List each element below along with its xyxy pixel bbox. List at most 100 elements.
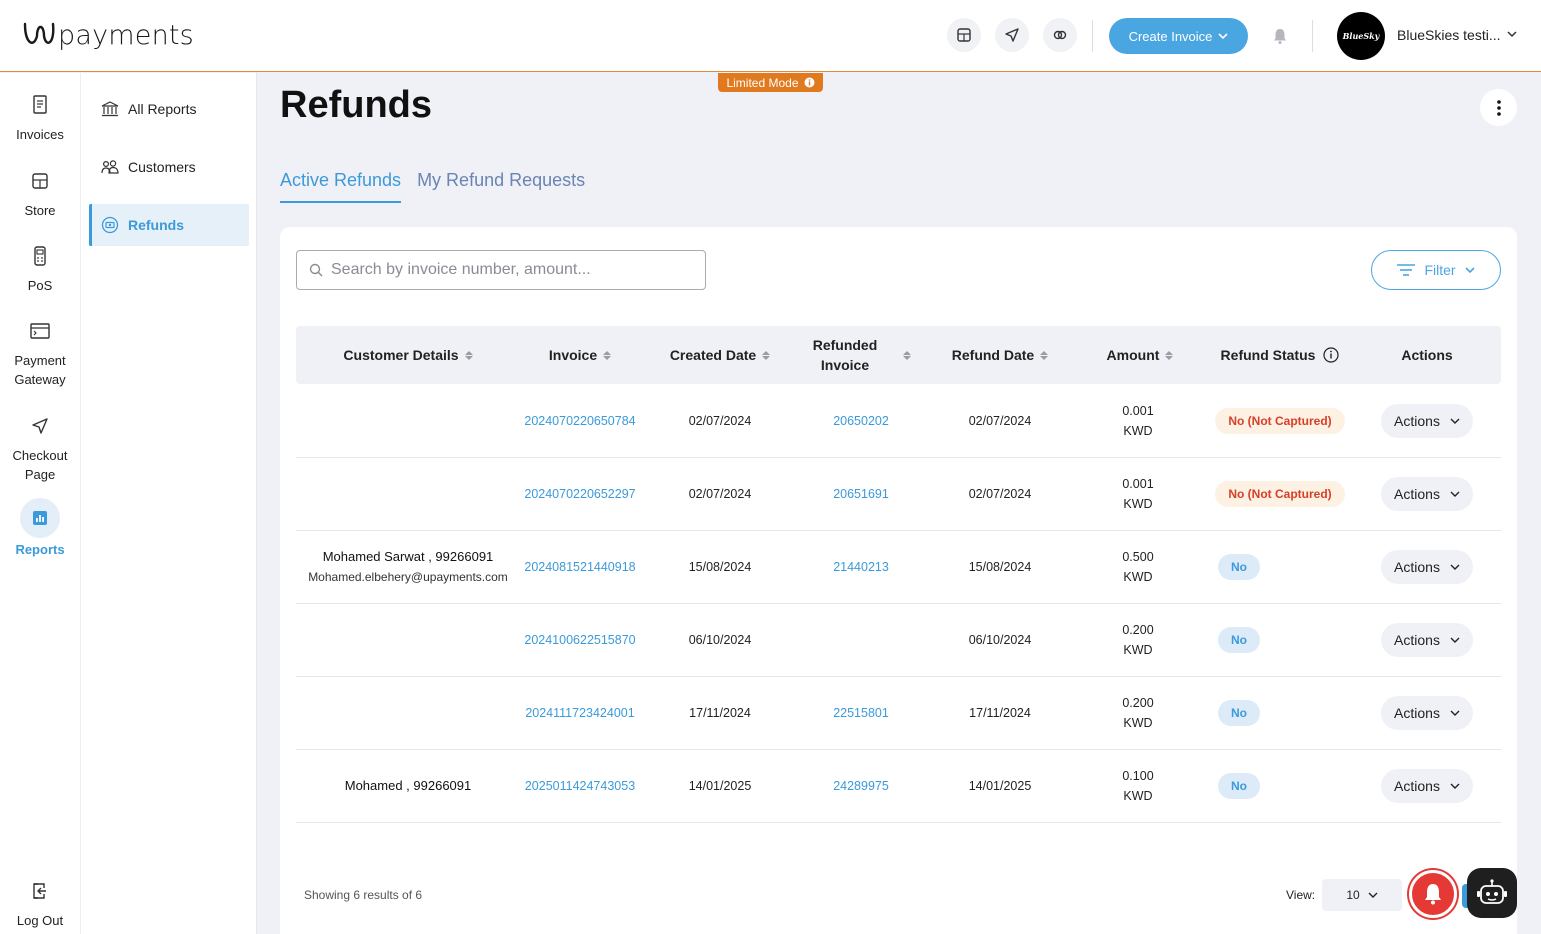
customer-details-cell: Mohamed , 99266091 — [296, 750, 520, 822]
send-icon — [22, 408, 58, 444]
notification-widget-bell-icon[interactable] — [1409, 870, 1457, 918]
primary-nav-rail: Invoices Store PoS Payment Gateway Check… — [0, 73, 80, 934]
rail-item-checkout-page[interactable]: Checkout Page — [0, 408, 80, 484]
logo-mark-icon — [23, 22, 55, 44]
refunded-invoice-link[interactable]: 20650202 — [800, 385, 922, 457]
rail-item-pos[interactable]: PoS — [0, 238, 80, 295]
rail-item-payment-gateway[interactable]: Payment Gateway — [0, 313, 80, 389]
actions-dropdown-button[interactable]: Actions — [1381, 769, 1473, 803]
invoice-link[interactable]: 2024100622515870 — [520, 604, 640, 676]
limited-mode-badge[interactable]: Limited Mode — [718, 73, 823, 92]
chatbot-robot-icon[interactable] — [1467, 868, 1517, 918]
store-icon[interactable] — [947, 18, 981, 52]
search-input[interactable] — [331, 261, 691, 279]
refund-status-cell: No — [1200, 750, 1360, 822]
account-name[interactable]: BlueSkies testi... — [1397, 27, 1501, 43]
column-header-created-date[interactable]: Created Date — [640, 326, 800, 384]
create-invoice-button[interactable]: Create Invoice — [1109, 18, 1248, 54]
subnav-item-all-reports[interactable]: All Reports — [89, 88, 249, 130]
store-icon — [22, 163, 58, 199]
actions-dropdown-button[interactable]: Actions — [1381, 477, 1473, 511]
status-badge: No — [1218, 700, 1260, 726]
column-header-invoice[interactable]: Invoice — [520, 326, 640, 384]
column-label: Actions — [1401, 347, 1453, 363]
refund-status-cell: No — [1200, 604, 1360, 676]
header-divider — [1092, 20, 1093, 52]
customer-details-cell — [296, 385, 520, 457]
refunded-invoice-link[interactable] — [800, 604, 922, 676]
invoice-link[interactable]: 2024070220652297 — [520, 458, 640, 530]
column-label: Invoice — [548, 347, 598, 363]
search-box[interactable] — [296, 250, 706, 290]
actions-dropdown-button[interactable]: Actions — [1381, 623, 1473, 657]
send-icon[interactable] — [995, 18, 1029, 52]
top-header: payments Create Invoice BlueSky BlueSkie… — [0, 0, 1541, 72]
link-icon[interactable] — [1043, 18, 1077, 52]
refund-status-cell: No — [1200, 677, 1360, 749]
currency: KWD — [1123, 643, 1153, 657]
invoice-link[interactable]: 2024070220650784 — [520, 385, 640, 457]
sort-icon — [603, 350, 612, 360]
tab-my-refund-requests[interactable]: My Refund Requests — [417, 170, 585, 203]
pos-terminal-icon — [22, 238, 58, 274]
actions-dropdown-button[interactable]: Actions — [1381, 696, 1473, 730]
chevron-down-icon — [1464, 267, 1475, 274]
column-header-refund-status: Refund Status — [1200, 326, 1360, 384]
rail-label: Invoices — [16, 127, 64, 142]
currency: KWD — [1123, 497, 1153, 511]
sort-icon — [903, 350, 911, 360]
table-row: Mohamed Sarwat , 99266091 Mohamed.elbeher… — [296, 531, 1501, 604]
invoice-link[interactable]: 2025011424743053 — [520, 750, 640, 822]
created-date: 02/07/2024 — [688, 487, 752, 501]
subnav-item-refunds[interactable]: Refunds — [89, 204, 249, 246]
status-badge: No — [1218, 627, 1260, 653]
amount-value: 0.100 — [1122, 769, 1154, 783]
tab-active-refunds[interactable]: Active Refunds — [280, 170, 402, 203]
actions-cell: Actions — [1380, 677, 1474, 749]
amount-cell: 0.100 KWD — [1080, 750, 1196, 822]
refund-date: 17/11/2024 — [969, 706, 1031, 720]
avatar[interactable]: BlueSky — [1337, 12, 1385, 60]
rail-item-reports[interactable]: Reports — [0, 498, 80, 559]
column-label: Created Date — [669, 347, 757, 363]
actions-dropdown-button[interactable]: Actions — [1381, 550, 1473, 584]
amount-value: 0.200 — [1122, 696, 1154, 710]
refund-date: 14/01/2025 — [968, 779, 1032, 793]
notification-bell-icon[interactable] — [1264, 20, 1296, 52]
column-header-refunded-invoice[interactable]: Refunded Invoice — [800, 326, 920, 384]
actions-label: Actions — [1394, 778, 1440, 794]
results-count: Showing 6 results of 6 — [304, 888, 423, 902]
terminal-window-icon — [22, 313, 58, 349]
actions-dropdown-button[interactable]: Actions — [1381, 404, 1473, 438]
info-icon[interactable] — [1323, 347, 1340, 363]
amount-value: 0.200 — [1122, 623, 1154, 637]
column-header-customer-details[interactable]: Customer Details — [296, 326, 520, 384]
invoice-link[interactable]: 2024081521440918 — [520, 531, 640, 603]
refund-date: 02/07/2024 — [968, 414, 1032, 428]
subnav-item-customers[interactable]: Customers — [89, 146, 249, 188]
invoice-link[interactable]: 2024111723424001 — [520, 677, 640, 749]
more-options-icon[interactable] — [1480, 89, 1517, 126]
column-header-refund-date[interactable]: Refund Date — [920, 326, 1080, 384]
rail-item-logout[interactable]: Log Out — [0, 873, 80, 930]
rail-item-invoices[interactable]: Invoices — [0, 87, 80, 144]
customer-details-cell — [296, 458, 520, 530]
actions-cell: Actions — [1380, 531, 1474, 603]
refunded-invoice-link[interactable]: 21440213 — [800, 531, 922, 603]
refunded-invoice-link[interactable]: 22515801 — [800, 677, 922, 749]
filter-button[interactable]: Filter — [1371, 250, 1501, 290]
column-header-amount[interactable]: Amount — [1080, 326, 1200, 384]
header-divider — [1312, 20, 1313, 52]
upayments-logo[interactable]: payments — [22, 18, 194, 52]
page-size-select[interactable]: 10 — [1322, 879, 1402, 911]
chevron-down-icon — [1450, 418, 1460, 424]
avatar-text: BlueSky — [1342, 31, 1380, 41]
refunded-invoice-link[interactable]: 24289975 — [800, 750, 922, 822]
rail-item-store[interactable]: Store — [0, 163, 80, 220]
refund-date: 06/10/2024 — [968, 633, 1032, 647]
rail-label: Payment Gateway — [14, 353, 66, 387]
refund-date: 02/07/2024 — [968, 487, 1032, 501]
actions-cell: Actions — [1380, 604, 1474, 676]
refunded-invoice-link[interactable]: 20651691 — [800, 458, 922, 530]
chevron-down-icon[interactable] — [1506, 28, 1518, 40]
